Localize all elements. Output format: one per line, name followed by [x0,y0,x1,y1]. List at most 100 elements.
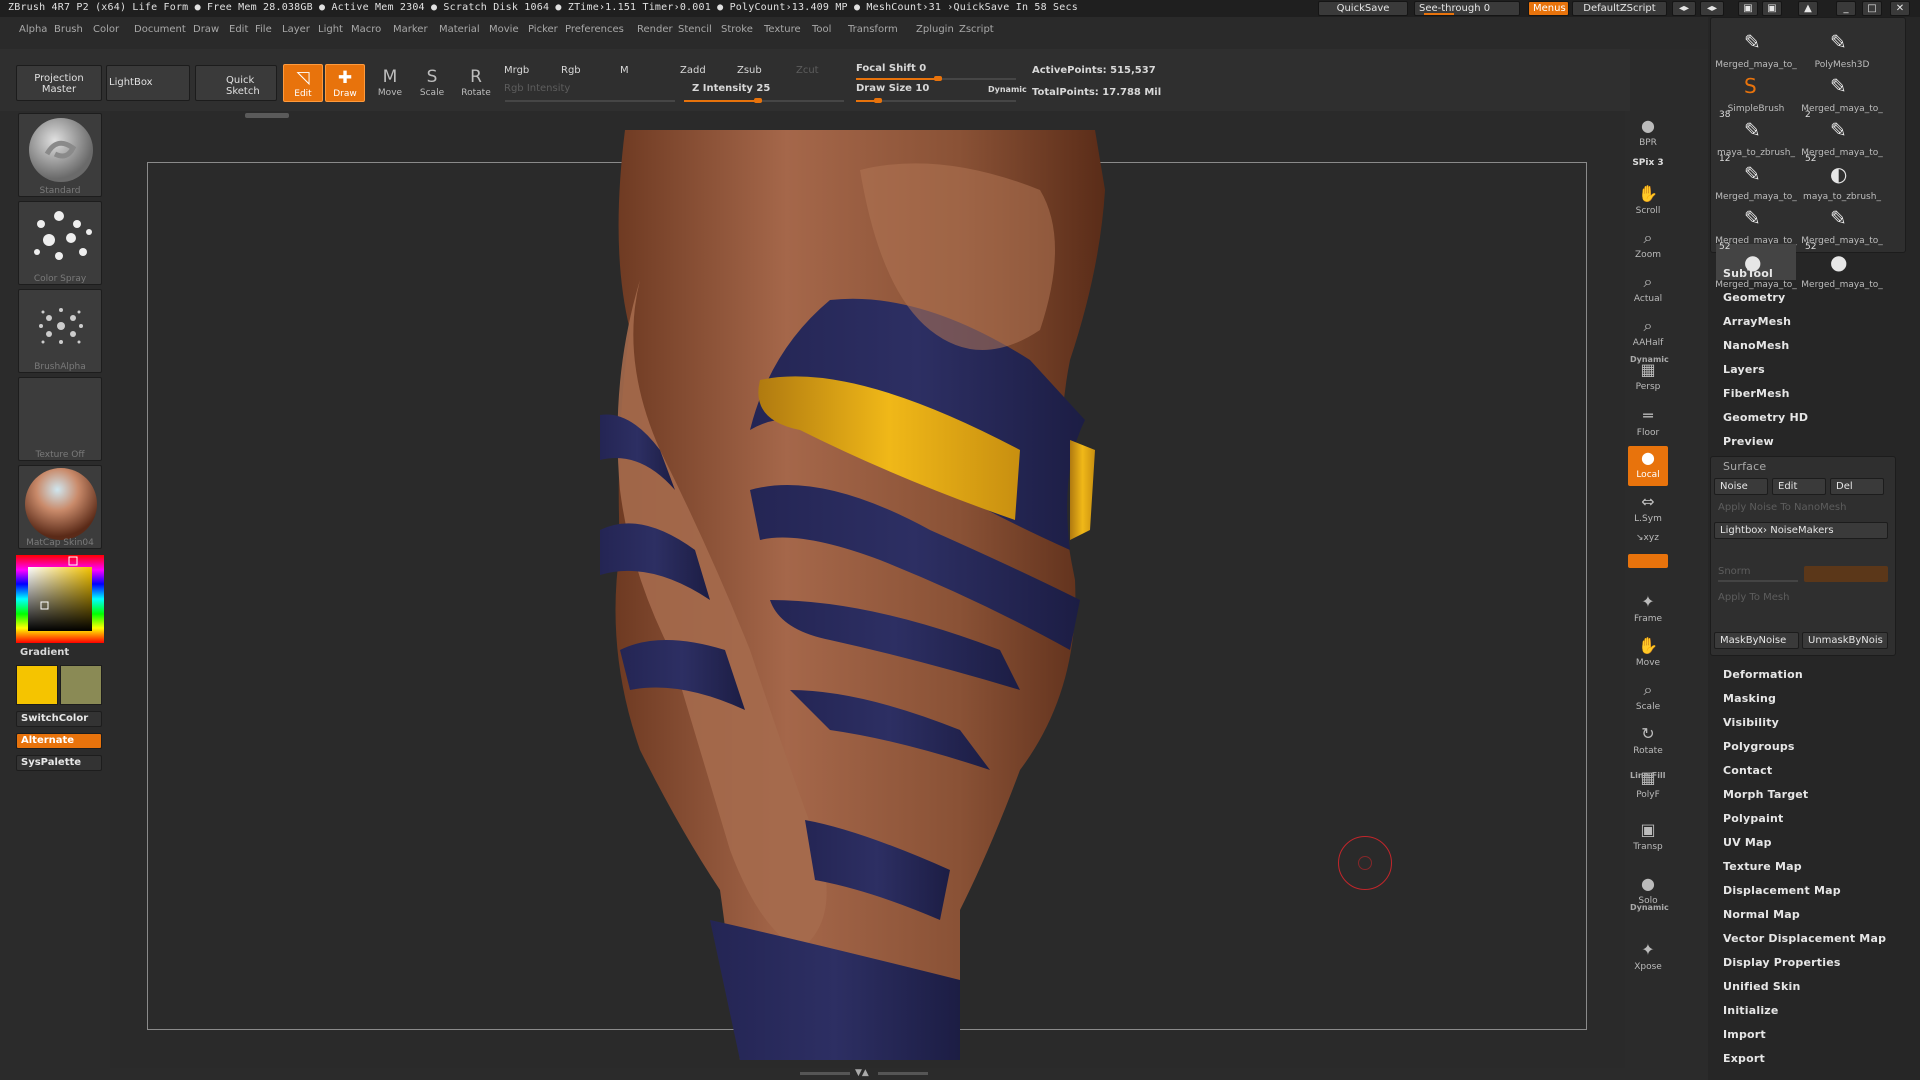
subtool-item[interactable]: ● 52 Merged_maya_to_ [1801,242,1882,290]
maximize-icon[interactable]: □ [1862,1,1882,16]
minimize-icon[interactable]: _ [1836,1,1856,16]
shelf-scroll-button[interactable]: ✋ Scroll [1628,182,1668,222]
palette-masking[interactable]: Masking [1723,692,1776,705]
menu-file[interactable]: File [255,24,272,35]
focal-shift-track[interactable] [856,76,1016,81]
quick-sketch-button[interactable]: Quick Sketch [195,65,277,101]
alpha-thumbnail[interactable]: BrushAlpha [18,289,102,373]
sym-toggle[interactable] [1628,554,1668,568]
palette-layers[interactable]: Layers [1723,363,1765,376]
palette-subtool[interactable]: SubTool [1723,267,1773,280]
arrows-right-icon[interactable]: ◂▸ [1700,1,1724,16]
default-zscript-button[interactable]: DefaultZScript [1572,1,1667,16]
menu-stroke[interactable]: Stroke [721,24,753,35]
layout-icon[interactable]: ▣ [1738,1,1758,16]
bottom-tray-toggle[interactable]: ▼▲ [800,1068,930,1080]
subtool-item[interactable]: ✎ Merged_maya_to_ [1801,68,1882,114]
shelf-zoom-button[interactable]: ⌕ Zoom [1628,226,1668,266]
gradient-toggle[interactable]: Gradient [20,647,69,658]
alternate-button[interactable]: Alternate [16,733,102,749]
lightbox-button[interactable]: LightBox [106,65,190,101]
xyz-button[interactable]: ↘xyz [1636,533,1659,543]
canvas-scroll-handle[interactable] [245,113,289,118]
shelf-spix-3-button[interactable]: SPix 3 [1628,154,1668,174]
menu-alpha[interactable]: Alpha [19,24,47,35]
unmask-by-noise-button[interactable]: UnmaskByNois [1802,632,1888,649]
palette-initialize[interactable]: Initialize [1723,1004,1779,1017]
menu-document[interactable]: Document [134,24,186,35]
texture-thumbnail[interactable]: Texture Off [18,377,102,461]
menu-preferences[interactable]: Preferences [565,24,624,35]
apply-noise-nanomesh-button[interactable]: Apply Noise To NanoMesh [1718,502,1846,513]
menu-material[interactable]: Material [439,24,480,35]
shelf-move-button[interactable]: ✋ Move [1628,634,1668,674]
rgb-intensity-track[interactable] [505,100,675,102]
palette-polygroups[interactable]: Polygroups [1723,740,1795,753]
shelf-scale-button[interactable]: ⌕ Scale [1628,678,1668,718]
projection-master-button[interactable]: Projection Master [16,65,102,101]
subtool-item[interactable]: ✎ 38 maya_to_zbrush_ [1716,110,1796,158]
m-button[interactable]: M [620,65,629,76]
menu-layer[interactable]: Layer [282,24,310,35]
sculpt-model[interactable] [600,130,1160,1060]
menu-zscript[interactable]: Zscript [959,24,994,35]
menus-button[interactable]: Menus [1528,1,1569,16]
dynamic-toggle[interactable]: Dynamic [988,85,1027,94]
menu-transform[interactable]: Transform [848,24,898,35]
shelf-floor-button[interactable]: ═ Floor [1628,404,1668,444]
apply-to-mesh-button[interactable]: Apply To Mesh [1718,592,1789,603]
switch-color-button[interactable]: SwitchColor [16,711,102,727]
shelf-aahalf-button[interactable]: ⌕ AAHalf [1628,314,1668,354]
shelf-frame-button[interactable]: ✦ Frame [1628,590,1668,630]
noise-del-button[interactable]: Del [1830,478,1884,495]
palette-geometry-hd[interactable]: Geometry HD [1723,411,1808,424]
subtool-item[interactable]: ✎ 12 Merged_maya_to_ [1715,154,1796,202]
palette-export[interactable]: Export [1723,1052,1765,1065]
zcut-button[interactable]: Zcut [796,65,819,76]
palette-vector-displacement-map[interactable]: Vector Displacement Map [1723,932,1886,945]
quicksave-button[interactable]: QuickSave [1318,1,1408,16]
shelf-xpose-button[interactable]: ✦ Xpose [1628,938,1668,978]
palette-texture-map[interactable]: Texture Map [1723,860,1802,873]
zadd-button[interactable]: Zadd [680,65,706,76]
primary-color-swatch[interactable] [16,665,58,705]
palette-uv-map[interactable]: UV Map [1723,836,1772,849]
subtool-item[interactable]: ✎ Merged_maya_to_ [1715,24,1796,70]
shelf-l-sym-button[interactable]: ⇔ L.Sym [1628,490,1668,530]
draw-size-slider[interactable]: Draw Size 10 [856,83,929,94]
lock-icon[interactable]: ▲ [1798,1,1818,16]
menu-light[interactable]: Light [318,24,343,35]
sys-palette-button[interactable]: SysPalette [16,755,102,771]
palette-fibermesh[interactable]: FiberMesh [1723,387,1790,400]
mrgb-button[interactable]: Mrgb [504,65,529,76]
palette-nanomesh[interactable]: NanoMesh [1723,339,1789,352]
palette-polypaint[interactable]: Polypaint [1723,812,1784,825]
shelf-persp-button[interactable]: ▦ Persp [1628,358,1668,398]
tool-draw-button[interactable]: ✚ Draw [325,64,365,102]
noise-button[interactable]: Noise [1714,478,1768,495]
mask-by-noise-button[interactable]: MaskByNoise [1714,632,1799,649]
palette-normal-map[interactable]: Normal Map [1723,908,1800,921]
snorm-toggle[interactable]: Snorm [1718,566,1750,577]
z-intensity-slider[interactable]: Z Intensity 25 [692,83,770,94]
rgb-intensity-slider[interactable]: Rgb Intensity [504,83,570,94]
palette-morph-target[interactable]: Morph Target [1723,788,1808,801]
menu-color[interactable]: Color [93,24,119,35]
rgb-button[interactable]: Rgb [561,65,581,76]
palette-arraymesh[interactable]: ArrayMesh [1723,315,1791,328]
menu-marker[interactable]: Marker [393,24,428,35]
palette-contact[interactable]: Contact [1723,764,1772,777]
tool-scale-button[interactable]: S Scale [412,64,452,102]
menu-draw[interactable]: Draw [193,24,219,35]
subtool-item[interactable]: S SimpleBrush [1716,68,1796,114]
subtool-item[interactable]: ✎ Merged_maya_to_ [1801,200,1882,246]
stroke-thumbnail[interactable]: Color Spray [18,201,102,285]
palette-visibility[interactable]: Visibility [1723,716,1779,729]
menu-brush[interactable]: Brush [54,24,83,35]
z-intensity-track[interactable] [684,98,844,103]
palette-deformation[interactable]: Deformation [1723,668,1803,681]
layout2-icon[interactable]: ▣ [1762,1,1782,16]
subtool-item[interactable]: ✎ Merged_maya_to_ [1715,200,1796,246]
noise-strength-slider[interactable] [1804,566,1888,582]
menu-zplugin[interactable]: Zplugin [916,24,954,35]
